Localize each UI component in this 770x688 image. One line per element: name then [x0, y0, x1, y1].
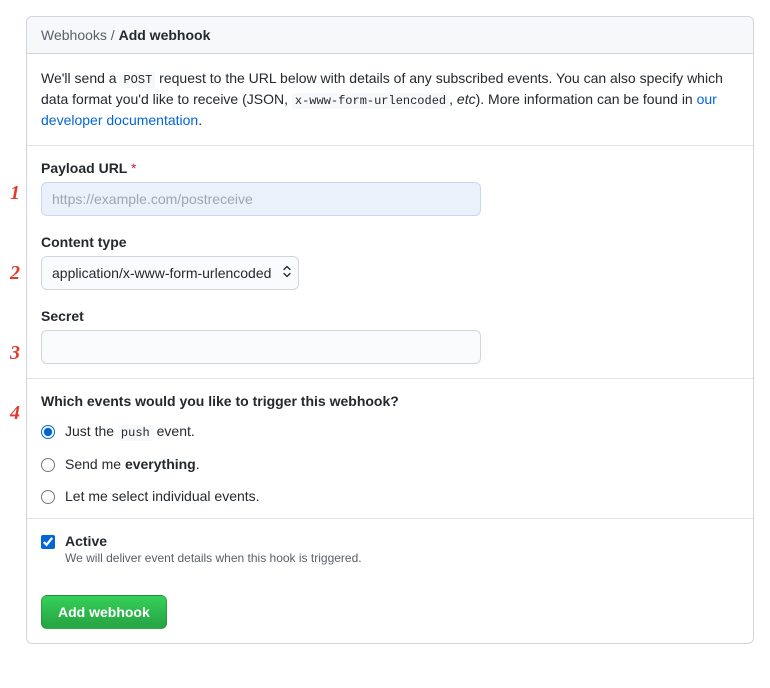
secret-input[interactable] [41, 330, 481, 364]
label-text: Payload URL [41, 160, 127, 176]
intro-text: We'll send a POST request to the URL bel… [27, 54, 753, 146]
footer-section: Active We will deliver event details whe… [27, 519, 753, 643]
radio-individual-label[interactable]: Let me select individual events. [65, 488, 260, 504]
events-title: Which events would you like to trigger t… [41, 393, 739, 409]
intro-part: We'll send a [41, 70, 120, 86]
annotation-4: 4 [10, 402, 20, 425]
annotation-1: 1 [10, 182, 20, 205]
breadcrumb-current: Add webhook [119, 27, 211, 43]
radio-everything[interactable] [41, 458, 55, 472]
active-label-main: Active [65, 533, 107, 549]
content-type-group: Content type application/x-www-form-urle… [41, 234, 739, 290]
intro-code-urlencoded: x-www-form-urlencoded [292, 93, 449, 109]
radio-push[interactable] [41, 425, 55, 439]
annotation-2: 2 [10, 262, 20, 285]
payload-url-group: Payload URL * [41, 160, 739, 216]
intro-part: . [198, 112, 202, 128]
push-code: push [118, 425, 153, 441]
intro-em: etc [457, 91, 476, 107]
annotation-3: 3 [10, 342, 20, 365]
content-type-select[interactable]: application/x-www-form-urlencoded [41, 256, 299, 290]
active-label-sub: We will deliver event details when this … [65, 551, 362, 565]
active-checkbox[interactable] [41, 535, 55, 549]
secret-group: Secret [41, 308, 739, 364]
payload-url-input[interactable] [41, 182, 481, 216]
radio-row-individual[interactable]: Let me select individual events. [41, 488, 739, 504]
events-section: Which events would you like to trigger t… [27, 379, 753, 519]
intro-part: , [449, 91, 457, 107]
active-label[interactable]: Active We will deliver event details whe… [65, 533, 362, 565]
add-webhook-button[interactable]: Add webhook [41, 595, 167, 629]
payload-url-label: Payload URL * [41, 160, 739, 176]
breadcrumb-parent[interactable]: Webhooks [41, 27, 107, 43]
required-indicator: * [131, 160, 136, 176]
radio-individual[interactable] [41, 490, 55, 504]
breadcrumb-separator: / [111, 27, 115, 43]
form-fields-section: Payload URL * Content type application/x… [27, 146, 753, 379]
intro-code-post: POST [120, 72, 155, 88]
label-text: event. [153, 423, 195, 439]
content-type-label: Content type [41, 234, 739, 250]
radio-push-label[interactable]: Just the push event. [65, 423, 195, 440]
webhook-panel: Webhooks / Add webhook We'll send a POST… [26, 16, 754, 644]
label-text: Send me [65, 456, 125, 472]
radio-row-push[interactable]: Just the push event. [41, 423, 739, 440]
radio-everything-label[interactable]: Send me everything. [65, 456, 200, 472]
radio-row-everything[interactable]: Send me everything. [41, 456, 739, 472]
breadcrumb: Webhooks / Add webhook [27, 17, 753, 54]
secret-label: Secret [41, 308, 739, 324]
label-text: . [196, 456, 200, 472]
intro-part: ). More information can be found in [476, 91, 697, 107]
active-row[interactable]: Active We will deliver event details whe… [41, 533, 739, 565]
everything-bold: everything [125, 456, 196, 472]
label-text: Just the [65, 423, 118, 439]
